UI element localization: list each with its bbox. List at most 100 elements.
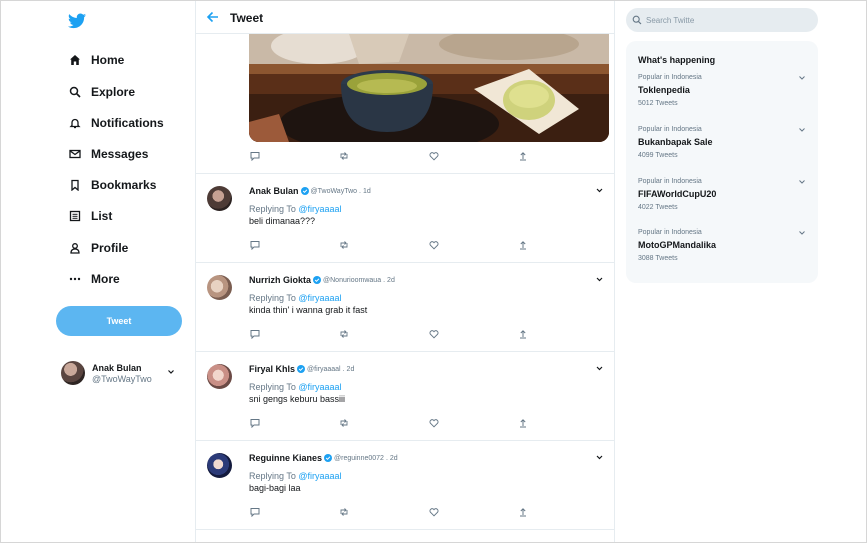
tweet-button[interactable]: Tweet xyxy=(56,306,182,336)
chevron-down-icon[interactable] xyxy=(595,364,604,373)
mention-link[interactable]: @firyaaaal xyxy=(298,293,341,303)
account-switcher[interactable]: Anak Bulan @TwoWayTwo xyxy=(61,359,183,387)
search-icon xyxy=(68,86,81,99)
reply-text: sni gengs keburu bassiii xyxy=(249,394,346,404)
trend-context: Popular in Indonesia xyxy=(638,229,702,236)
chevron-down-icon[interactable] xyxy=(798,229,806,237)
trend-count: 5012 Tweets xyxy=(638,100,678,107)
trend-name: Toklenpedia xyxy=(638,85,690,95)
reply-timestamp[interactable]: 2d xyxy=(387,277,395,284)
trend-count: 3088 Tweets xyxy=(638,255,678,262)
reply-tweet xyxy=(196,529,614,542)
sidebar-item-profile[interactable]: Profile xyxy=(68,238,128,258)
mention-link[interactable]: @firyaaaal xyxy=(298,382,341,392)
tweet-actions xyxy=(249,239,529,251)
verified-badge-icon xyxy=(313,276,322,284)
account-handle: @TwoWayTwo xyxy=(92,373,152,384)
reply-tweet[interactable]: Nurrizh Giokta @Nonurioomwaua . 2d Reply… xyxy=(196,262,614,351)
sidebar-item-more[interactable]: More xyxy=(68,269,120,289)
back-arrow-icon[interactable] xyxy=(206,10,220,24)
verified-badge-icon xyxy=(297,365,306,373)
verified-badge-icon xyxy=(324,454,333,462)
trend-item[interactable]: Popular in Indonesia Toklenpedia 5012 Tw… xyxy=(626,74,818,120)
app-window: Home Explore Notifications Messages Book… xyxy=(0,0,867,543)
avatar[interactable] xyxy=(207,186,232,211)
reply-timestamp[interactable]: 1d xyxy=(363,188,371,195)
trend-context: Popular in Indonesia xyxy=(638,74,702,81)
search-bar xyxy=(626,8,818,32)
reply-icon[interactable] xyxy=(249,150,261,162)
tweet-actions xyxy=(249,150,529,162)
sidebar-item-label: Messages xyxy=(91,147,149,161)
sidebar-item-list[interactable]: List xyxy=(68,206,112,226)
reply-icon[interactable] xyxy=(249,239,261,251)
mention-link[interactable]: @firyaaaal xyxy=(298,204,341,214)
reply-text: kinda thin' i wanna grab it fast xyxy=(249,305,368,315)
trend-name: FIFAWorldCupU20 xyxy=(638,189,717,199)
chevron-down-icon[interactable] xyxy=(798,126,806,134)
avatar[interactable] xyxy=(207,453,232,478)
share-icon[interactable] xyxy=(517,239,529,251)
reply-tweet[interactable]: Reguinne Kianes @reguinne0072 . 2d Reply… xyxy=(196,440,614,529)
like-heart-icon[interactable] xyxy=(428,239,440,251)
reply-author-name[interactable]: Firyal Khls xyxy=(249,364,295,374)
share-icon[interactable] xyxy=(517,150,529,162)
avatar[interactable] xyxy=(207,364,232,389)
trend-item[interactable]: Popular in Indonesia FIFAWorldCupU20 402… xyxy=(626,178,818,224)
reply-timestamp[interactable]: 2d xyxy=(347,366,355,373)
chevron-down-icon xyxy=(168,370,174,374)
reply-author-name[interactable]: Nurrizh Giokta xyxy=(249,275,311,285)
like-heart-icon[interactable] xyxy=(428,328,440,340)
like-heart-icon[interactable] xyxy=(428,506,440,518)
share-icon[interactable] xyxy=(517,328,529,340)
reply-icon[interactable] xyxy=(249,417,261,429)
reply-icon[interactable] xyxy=(249,506,261,518)
chevron-down-icon[interactable] xyxy=(595,453,604,462)
verified-badge-icon xyxy=(300,187,309,195)
chevron-down-icon[interactable] xyxy=(798,74,806,82)
chevron-down-icon[interactable] xyxy=(798,178,806,186)
twitter-logo-icon[interactable] xyxy=(68,13,86,29)
trend-context: Popular in Indonesia xyxy=(638,126,702,133)
search-input[interactable] xyxy=(646,15,806,25)
like-heart-icon[interactable] xyxy=(428,150,440,162)
sidebar-item-explore[interactable]: Explore xyxy=(68,82,135,102)
trend-name: MotoGPMandalika xyxy=(638,240,717,250)
sidebar-item-label: More xyxy=(91,272,120,286)
share-icon[interactable] xyxy=(517,417,529,429)
reply-timestamp[interactable]: 2d xyxy=(390,455,398,462)
retweet-icon[interactable] xyxy=(338,506,350,518)
retweet-icon[interactable] xyxy=(338,417,350,429)
reply-author-name[interactable]: Anak Bulan xyxy=(249,186,299,196)
reply-author-name[interactable]: Reguinne Kianes xyxy=(249,453,322,463)
replying-to: Replying To @firyaaaal xyxy=(249,204,342,214)
reply-tweet[interactable]: Anak Bulan @TwoWayTwo . 1d Replying To @… xyxy=(196,173,614,262)
tweet-actions xyxy=(249,328,529,340)
trend-name: Bukanbapak Sale xyxy=(638,137,713,147)
tweet-photo[interactable] xyxy=(249,34,609,142)
sidebar-item-messages[interactable]: Messages xyxy=(68,144,148,164)
retweet-icon[interactable] xyxy=(338,150,350,162)
trend-item[interactable]: Popular in Indonesia MotoGPMandalika 308… xyxy=(626,229,818,275)
mention-link[interactable]: @firyaaaal xyxy=(298,471,341,481)
sidebar-item-bookmarks[interactable]: Bookmarks xyxy=(68,175,156,195)
reply-tweet[interactable]: Firyal Khls @firyaaaal . 2d Replying To … xyxy=(196,351,614,440)
trend-context: Popular in Indonesia xyxy=(638,178,702,185)
retweet-icon[interactable] xyxy=(338,239,350,251)
sidebar-item-notifications[interactable]: Notifications xyxy=(68,113,164,133)
retweet-icon[interactable] xyxy=(338,328,350,340)
reply-text: bagi-bagi laa xyxy=(249,483,301,493)
like-heart-icon[interactable] xyxy=(428,417,440,429)
share-icon[interactable] xyxy=(517,506,529,518)
trend-item[interactable]: Popular in Indonesia Bukanbapak Sale 409… xyxy=(626,126,818,172)
avatar[interactable] xyxy=(207,275,232,300)
reply-text: beli dimanaa??? xyxy=(249,216,316,226)
sidebar-item-label: List xyxy=(91,209,113,223)
tweet-actions xyxy=(249,506,529,518)
chevron-down-icon[interactable] xyxy=(595,186,604,195)
replying-to: Replying To @firyaaaal xyxy=(249,293,342,303)
sidebar-item-home[interactable]: Home xyxy=(68,50,124,70)
reply-icon[interactable] xyxy=(249,328,261,340)
trend-count: 4022 Tweets xyxy=(638,204,678,211)
chevron-down-icon[interactable] xyxy=(595,275,604,284)
